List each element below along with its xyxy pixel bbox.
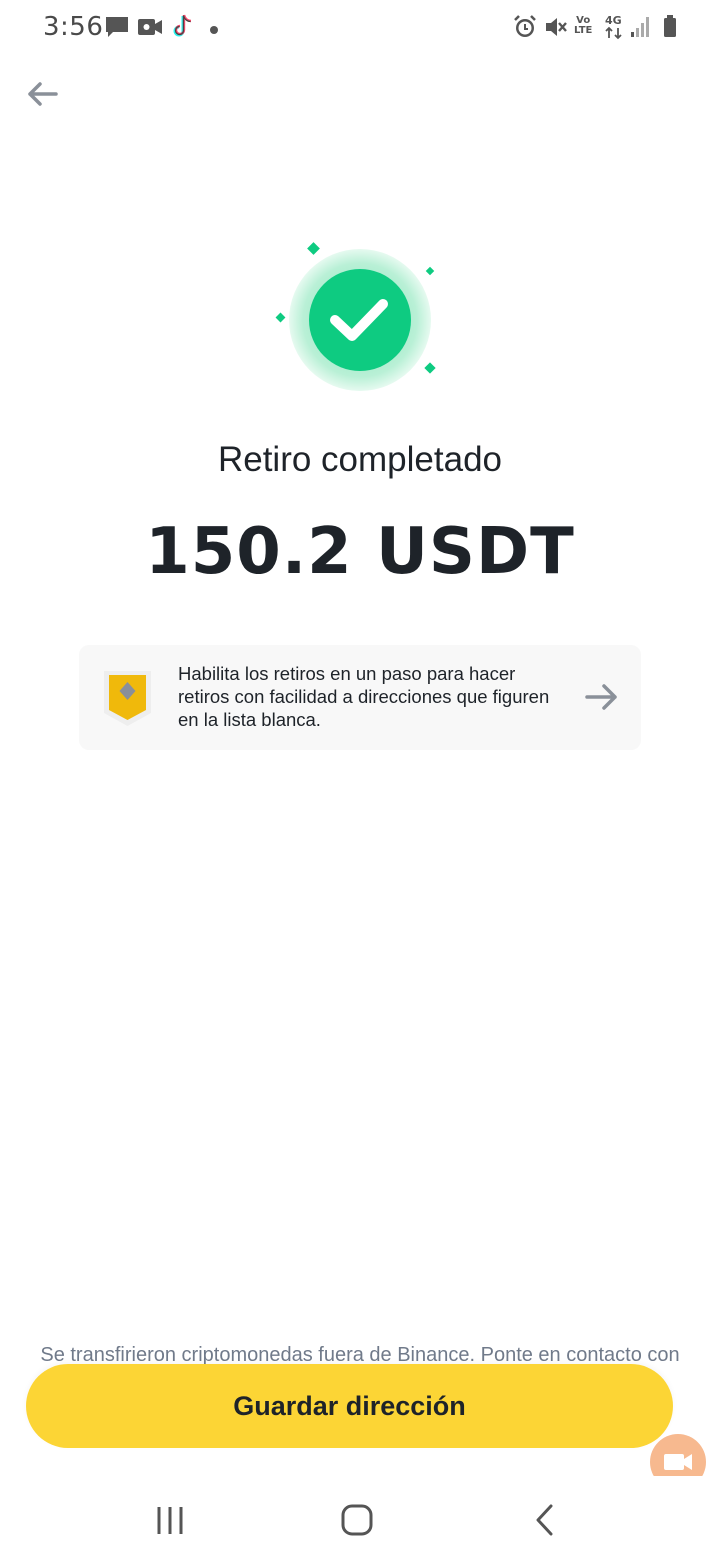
arrow-left-icon (28, 82, 58, 106)
result-amount: 150.2 USDT (145, 515, 575, 589)
back-chevron-icon[interactable] (525, 1500, 565, 1540)
video-camera-icon (650, 1434, 706, 1476)
banner-text: Habilita los retiros en un paso para hac… (178, 663, 550, 730)
video-recorder-fab[interactable] (650, 1432, 706, 1476)
dot-icon (209, 22, 219, 40)
alarm-icon (512, 14, 538, 45)
tiktok-icon (170, 14, 194, 45)
status-time: 3:56 (43, 12, 104, 42)
one-step-withdrawal-banner[interactable]: Habilita los retiros en un paso para hac… (79, 645, 641, 750)
svg-text:4G: 4G (605, 14, 622, 27)
network-4g-icon: 4G (604, 14, 624, 45)
video-icon (137, 14, 163, 45)
home-icon[interactable] (337, 1500, 377, 1540)
message-icon (104, 14, 130, 45)
back-button[interactable] (20, 72, 64, 116)
save-address-button[interactable]: Guardar dirección (26, 1364, 673, 1448)
mute-icon (543, 14, 569, 45)
battery-icon (662, 14, 678, 45)
system-nav-bar (0, 1476, 720, 1560)
arrow-right-icon (584, 681, 620, 713)
success-graphic (270, 235, 450, 395)
recent-apps-icon[interactable] (150, 1500, 190, 1540)
signal-icon (630, 14, 652, 45)
status-bar: 3:56 Vo LTE 4G (0, 0, 720, 56)
result-title: Retiro completado (217, 440, 503, 479)
volte-icon: Vo LTE (574, 15, 593, 36)
check-circle-icon (275, 242, 436, 391)
shield-icon (103, 669, 153, 727)
